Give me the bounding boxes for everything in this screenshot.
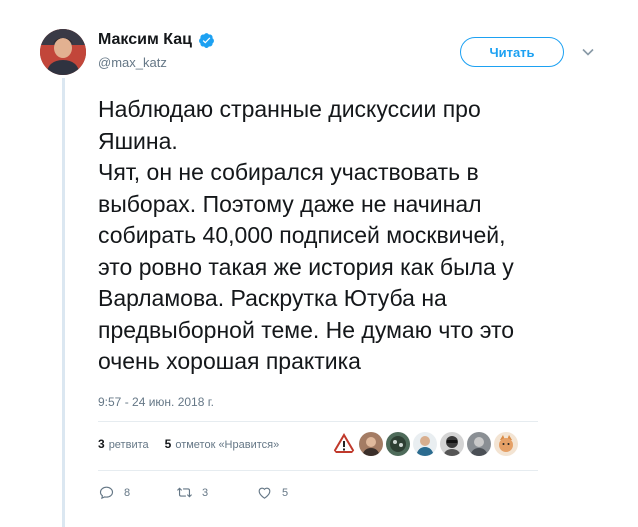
retweets-count[interactable]: 3 (98, 437, 105, 451)
likes-count[interactable]: 5 (165, 437, 172, 451)
tweet-actions: 8 3 5 (98, 484, 288, 501)
tweet-line: это ровно такая же история как была у (98, 253, 514, 280)
tweet-line: собирать 40,000 подписей москвичей, (98, 222, 506, 248)
author-display-name[interactable]: Максим Кац (98, 31, 192, 49)
verified-badge-icon (198, 32, 214, 48)
tweet-line: Наблюдаю странные дискуссии про (98, 96, 481, 122)
like-action[interactable]: 5 (256, 484, 288, 501)
user-avatar-icon[interactable] (494, 432, 518, 456)
retweet-icon[interactable] (176, 484, 193, 501)
warning-avatar-icon[interactable] (332, 432, 356, 456)
likers-avatars (332, 432, 518, 456)
divider (98, 421, 538, 422)
tweet-line: Чят, он не собирался участвовать в (98, 159, 479, 185)
tweet-line: Варламова. Раскрутка Ютуба на (98, 285, 447, 311)
tweet-timestamp[interactable]: 9:57 - 24 июн. 2018 г. (98, 395, 214, 409)
retweet-count: 3 (202, 486, 209, 499)
author-name-row: Максим Кац (98, 31, 215, 49)
user-avatar-icon[interactable] (467, 432, 491, 456)
retweets-label[interactable]: ретвита (109, 439, 149, 451)
user-avatar-icon[interactable] (359, 432, 383, 456)
reply-count: 8 (124, 486, 131, 499)
heart-icon[interactable] (256, 484, 273, 501)
engagement-stats: 3 ретвита 5 отметок «Нравится» (98, 437, 279, 451)
thread-line (62, 78, 65, 527)
tweet-line: выборах. Поэтому даже не начинал (98, 190, 482, 217)
like-count: 5 (282, 486, 289, 499)
likes-label[interactable]: отметок «Нравится» (175, 439, 279, 451)
reply-action[interactable]: 8 (98, 484, 176, 501)
author-avatar[interactable] (40, 29, 86, 75)
follow-button[interactable]: Читать (460, 37, 564, 67)
retweet-action[interactable]: 3 (176, 484, 256, 501)
tweet-text: Наблюдаю странные дискуссии про Яшина. Ч… (98, 94, 618, 378)
user-avatar-icon[interactable] (386, 432, 410, 456)
user-avatar-icon (40, 29, 86, 75)
tweet-line: Яшина. (98, 127, 178, 154)
chevron-down-icon[interactable] (580, 44, 596, 60)
author-handle[interactable]: @max_katz (98, 55, 167, 70)
tweet-line: предвыборной теме. Не думаю что это (98, 316, 515, 343)
user-avatar-icon[interactable] (413, 432, 437, 456)
reply-icon[interactable] (98, 484, 115, 501)
user-avatar-icon[interactable] (440, 432, 464, 456)
tweet-line: очень хорошая практика (98, 348, 361, 374)
divider (98, 470, 538, 471)
